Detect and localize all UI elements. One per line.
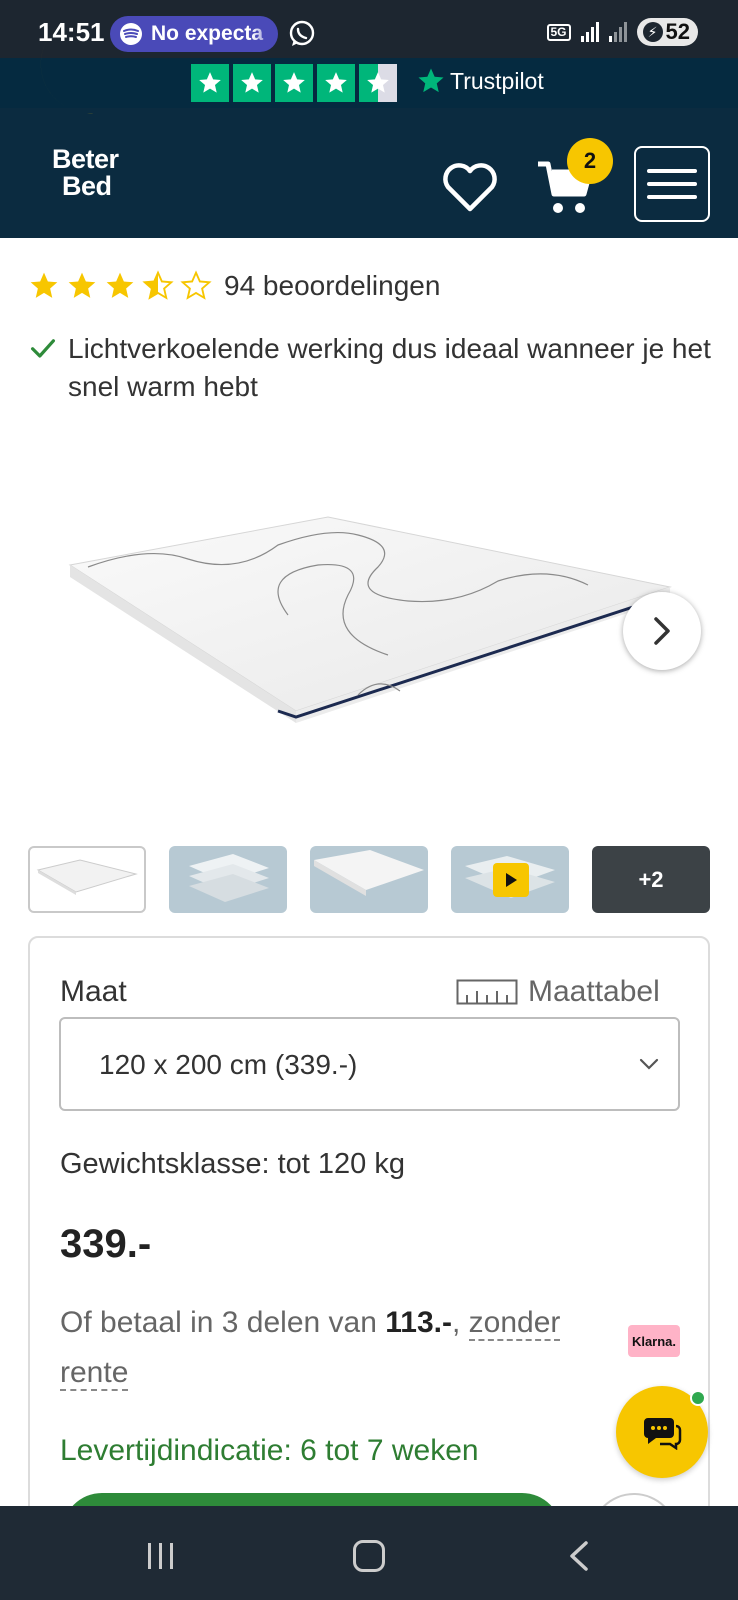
product-usp: Lichtverkoelende werking dus ideaal wann… — [26, 330, 716, 406]
size-table-link[interactable]: Maattabel — [456, 975, 660, 1009]
star-empty-icon — [180, 270, 212, 300]
cart-count-badge: 2 — [567, 138, 613, 184]
trustpilot-star-icon — [275, 64, 313, 102]
delivery-indication: Levertijdindicatie: 6 tot 7 weken — [60, 1434, 479, 1467]
reviews-count: 94 beoordelingen — [224, 270, 441, 301]
chat-online-indicator — [690, 1390, 706, 1406]
star-full-icon — [68, 272, 96, 298]
thumbnail-3[interactable] — [310, 846, 428, 913]
wishlist-heart-icon[interactable] — [440, 159, 500, 215]
product-rating[interactable]: 94 beoordelingen — [28, 270, 440, 302]
signal-icon — [580, 22, 599, 42]
ruler-icon — [456, 979, 518, 1005]
recent-apps-icon[interactable] — [148, 1543, 173, 1569]
chevron-right-icon — [654, 617, 670, 645]
trustpilot-logo: Trustpilot — [416, 66, 544, 96]
network-5g-icon: 5G — [546, 23, 571, 41]
thumbnail-1[interactable] — [28, 846, 146, 913]
beterbed-moon-logo[interactable] — [28, 16, 138, 116]
gallery-thumbnails: +2 — [28, 846, 710, 913]
battery-level: 52 — [665, 19, 690, 44]
installment-prefix: Of betaal in 3 delen van — [60, 1306, 386, 1339]
size-label: Maat — [60, 975, 127, 1008]
star-full-icon — [106, 272, 134, 298]
thumbnail-2[interactable] — [169, 846, 287, 913]
chevron-down-icon — [639, 1058, 659, 1070]
battery-icon: ⚡ 52 — [636, 18, 698, 46]
thumbnail-image — [189, 854, 269, 902]
trustpilot-stars — [191, 64, 397, 102]
thumbnail-more[interactable]: +2 — [592, 846, 710, 913]
klarna-logo: Klarna. — [628, 1325, 680, 1357]
thumbnail-image — [314, 850, 424, 896]
chat-icon — [644, 1418, 682, 1450]
product-price: 339.- — [60, 1222, 152, 1266]
star-half-icon — [142, 270, 174, 300]
status-icons: 5G ⚡ 52 — [546, 18, 698, 46]
usp-text: Lichtverkoelende werking dus ideaal wann… — [68, 333, 711, 402]
thumbnail-image — [36, 859, 138, 895]
installment-comma: , — [451, 1306, 461, 1339]
home-icon[interactable] — [353, 1540, 385, 1572]
installment-amount: 113.- — [385, 1306, 452, 1339]
more-images-label: +2 — [638, 866, 664, 892]
weight-class: Gewichtsklasse: tot 120 kg — [60, 1148, 405, 1180]
trustpilot-star-icon — [317, 64, 355, 102]
hamburger-menu-button[interactable] — [634, 146, 710, 222]
signal-icon-2 — [608, 22, 627, 42]
trustpilot-logo-star-icon — [418, 68, 444, 93]
gallery-next-button[interactable] — [623, 592, 701, 670]
play-video-icon — [493, 863, 529, 897]
back-icon[interactable] — [566, 1540, 592, 1572]
trustpilot-half-star-icon — [359, 64, 397, 102]
product-image-mattress-topper[interactable] — [28, 505, 710, 775]
beterbed-logo-text[interactable]: Beter Bed — [52, 146, 119, 200]
klarna-installments: Of betaal in 3 delen van 113.-, zonder r… — [60, 1298, 620, 1398]
logo-line-2: Bed — [62, 171, 112, 201]
logo-line-1: Beter — [52, 144, 119, 174]
checkmark-icon — [31, 339, 55, 358]
size-select[interactable]: 120 x 200 cm (339.-) — [59, 1017, 680, 1111]
size-table-label: Maattabel — [528, 975, 660, 1008]
size-select-value: 120 x 200 cm (339.-) — [99, 1049, 358, 1080]
thumbnail-video[interactable] — [451, 846, 569, 913]
media-pill-text: No expecta — [151, 22, 264, 45]
trustpilot-star-icon — [233, 64, 271, 102]
whatsapp-icon — [289, 20, 315, 46]
trustpilot-brand-text: Trustpilot — [450, 67, 544, 94]
trustpilot-star-icon — [191, 64, 229, 102]
star-full-icon — [30, 272, 58, 298]
